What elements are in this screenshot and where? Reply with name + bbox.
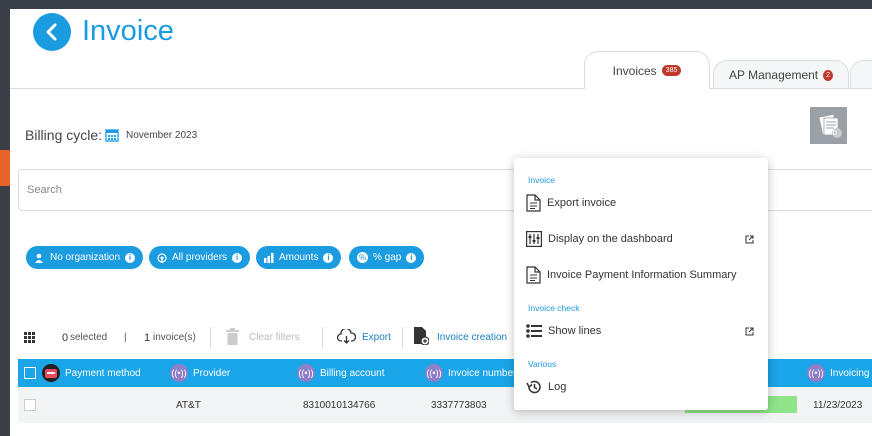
documents-count: 0 [833,130,837,137]
checkbox-box [24,367,36,379]
info-icon[interactable]: i [125,252,136,263]
column-invoicing-date-label: Invoicing d [830,367,872,379]
menu-section-various: Various [528,359,557,369]
info-icon[interactable]: i [406,252,417,263]
cell-invoicing-date: 11/23/2023 [813,399,863,411]
info-icon[interactable]: i [323,252,334,263]
toolbar-separator: | [124,332,127,343]
back-button[interactable] [33,13,71,51]
percent-icon: % [357,252,368,263]
menu-item-show-lines-label: Show lines [548,325,602,337]
cell-billing-account: 8310010134766 [303,399,376,411]
selected-label: selected [70,332,108,343]
filter-chip-organization[interactable]: No organization i [26,246,144,269]
invoice-count-label: invoice(s) [153,332,196,343]
documents-widget[interactable]: 0 [810,107,847,144]
column-payment-method[interactable]: Payment method [42,359,141,387]
column-billing-account[interactable]: ((•)) Billing account [297,359,384,387]
column-invoice-number[interactable]: ((•)) Invoice number [425,359,516,387]
menu-item-export-invoice[interactable]: Export invoice [526,191,762,215]
column-billing-account-label: Billing account [320,367,385,379]
antenna-icon: ((•)) [425,364,443,382]
export-button[interactable]: Export [362,332,391,343]
invoice-actions-menu: Invoice Export invoice Display on the da… [514,158,768,410]
bar-chart-icon [264,252,274,263]
page-title: Invoice [82,15,174,47]
cell-provider: AT&T [176,399,201,411]
menu-item-log-label: Log [548,381,567,393]
antenna-icon: ((•)) [807,364,825,382]
column-payment-method-label: Payment method [65,367,141,379]
filter-chip-gap[interactable]: % % gap i [349,246,425,269]
documents-icon [818,114,842,138]
antenna-icon: ((•)) [170,364,188,382]
billing-cycle-value[interactable]: November 2023 [126,130,197,141]
tab-invoices[interactable]: Invoices 385 [584,51,710,89]
checkbox-box [24,399,36,411]
trash-icon [226,328,239,345]
row-checkbox[interactable] [24,387,36,423]
calendar-icon[interactable] [105,128,119,142]
info-icon[interactable]: i [232,252,243,263]
toolbar-divider [402,327,403,349]
column-provider-label: Provider [193,367,231,379]
toolbar-divider [322,327,323,349]
clear-filters-button[interactable]: Clear filters [249,332,300,343]
tab-ap-management[interactable]: AP Management 2 [713,60,849,89]
filter-chip-organization-label: No organization [50,252,121,263]
list-icon [526,324,542,338]
filter-chip-providers-label: All providers [172,252,228,263]
menu-item-log[interactable]: Log [526,375,762,399]
ap-management-count-badge: 2 [823,69,834,81]
billing-cycle-label: Billing cycle: [25,127,103,143]
history-icon [526,380,541,394]
selected-count: 0 [62,332,69,344]
document-icon [526,194,541,212]
tabs-divider [10,88,872,89]
external-link-icon [745,327,754,335]
menu-section-invoice: Invoice [528,175,555,185]
invoice-add-icon [414,327,429,345]
filter-chip-amounts-label: Amounts [279,252,319,263]
menu-item-export-invoice-label: Export invoice [547,197,617,209]
invoice-creation-button[interactable]: Invoice creation [437,332,507,343]
select-all-checkbox[interactable] [24,359,36,387]
grid-icon[interactable] [24,332,35,343]
toolbar-divider [210,327,211,349]
user-group-icon [35,253,43,263]
antenna-icon: ((•)) [297,364,315,382]
chevron-left-icon [46,23,57,41]
antenna-icon [157,252,167,263]
tab-invoices-label: Invoices [612,63,657,78]
external-link-icon [745,235,754,243]
tab-more[interactable] [850,60,872,89]
dashboard-sliders-icon [526,231,542,247]
column-invoicing-date[interactable]: ((•)) Invoicing d [807,359,872,387]
invoice-count: 1 [144,332,151,344]
filter-chip-amounts[interactable]: Amounts i [256,246,342,269]
menu-item-show-lines[interactable]: Show lines [526,319,762,343]
side-accent [0,150,10,186]
menu-item-display-dashboard-label: Display on the dashboard [548,233,673,245]
menu-section-invoice-check: Invoice check [528,303,580,313]
payment-icon [42,364,60,382]
menu-item-display-dashboard[interactable]: Display on the dashboard [526,227,762,251]
document-icon [526,266,541,284]
filter-chip-providers[interactable]: All providers i [149,246,251,269]
invoices-count-badge: 385 [661,65,682,76]
cell-invoice-number: 3337773803 [431,399,487,411]
filter-chip-gap-label: % gap [373,252,402,263]
menu-item-payment-summary-label: Invoice Payment Information Summary [547,269,737,281]
tab-ap-management-label: AP Management [728,68,819,82]
column-provider[interactable]: ((•)) Provider [170,359,230,387]
column-invoice-number-label: Invoice number [448,367,517,379]
menu-item-payment-summary[interactable]: Invoice Payment Information Summary [526,263,762,287]
cloud-download-icon [337,329,356,344]
